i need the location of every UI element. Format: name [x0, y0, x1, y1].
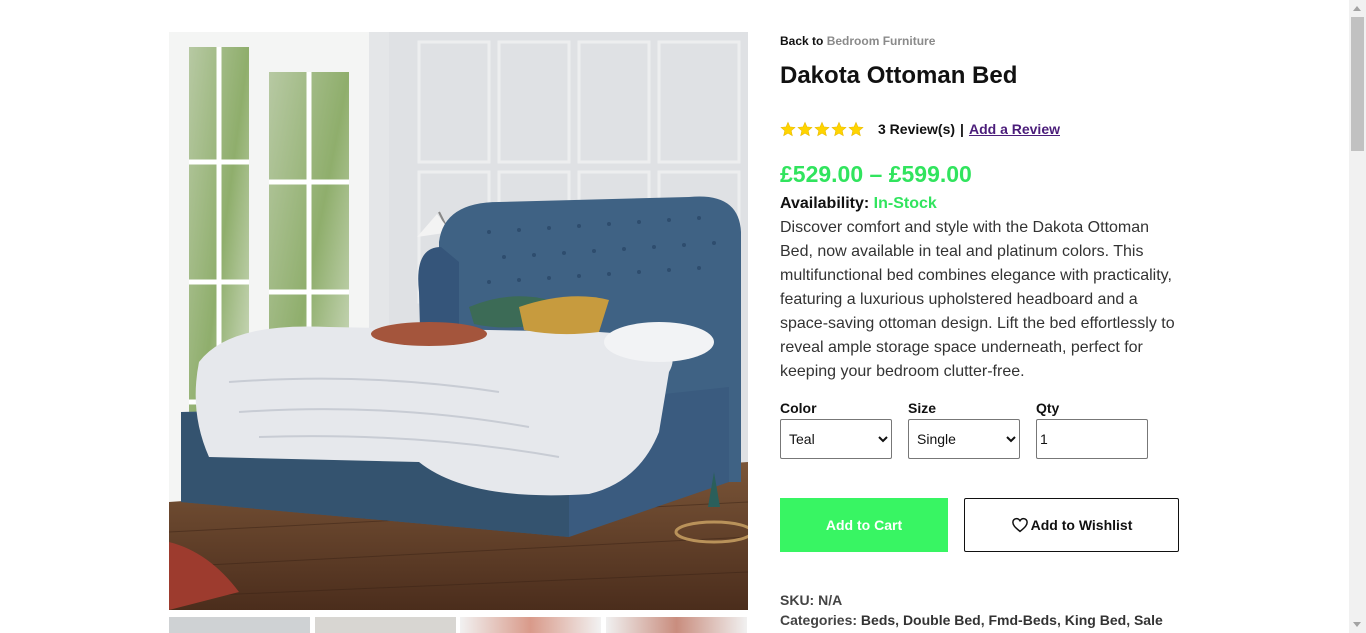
- category-link[interactable]: Sale: [1134, 612, 1163, 628]
- thumbnail-strip: [169, 617, 748, 633]
- product-title: Dakota Ottoman Bed: [780, 62, 1018, 89]
- sku-row: SKU: N/A: [780, 592, 842, 608]
- star-icon: [814, 121, 830, 137]
- category-link[interactable]: Fmd-Beds: [989, 612, 1057, 628]
- add-review-link[interactable]: Add a Review: [969, 121, 1060, 137]
- star-icon: [831, 121, 847, 137]
- scroll-up-arrow-icon[interactable]: [1353, 6, 1361, 11]
- quantity-input[interactable]: [1036, 419, 1148, 459]
- thumbnail-3[interactable]: [460, 617, 601, 633]
- stock-status: In-Stock: [873, 195, 937, 212]
- category-link[interactable]: Double Bed: [903, 612, 981, 628]
- review-separator: |: [960, 121, 964, 137]
- scroll-down-arrow-icon[interactable]: [1353, 622, 1361, 627]
- wishlist-label: Add to Wishlist: [1030, 517, 1133, 533]
- availability: Availability: In-Stock: [780, 195, 937, 213]
- qty-label: Qty: [1036, 400, 1060, 416]
- bed-photo: [169, 32, 748, 610]
- thumbnail-1[interactable]: [169, 617, 310, 633]
- star-icon: [797, 121, 813, 137]
- add-to-cart-button[interactable]: Add to Cart: [780, 498, 948, 552]
- product-main-image[interactable]: [169, 32, 748, 610]
- color-select[interactable]: Teal: [780, 419, 892, 459]
- scrollbar-thumb[interactable]: [1351, 17, 1364, 151]
- categories-label: Categories:: [780, 612, 858, 628]
- sku-value: N/A: [818, 592, 843, 608]
- breadcrumb-prefix: Back to: [780, 34, 824, 48]
- heart-icon: [1011, 517, 1028, 533]
- page-scrollbar[interactable]: [1349, 0, 1366, 633]
- star-icon: [780, 121, 796, 137]
- category-link[interactable]: Beds: [861, 612, 895, 628]
- breadcrumb: Back to Bedroom Furniture: [780, 34, 935, 48]
- availability-label: Availability:: [780, 195, 870, 212]
- rating-row: 3 Review(s) | Add a Review: [780, 119, 1060, 139]
- size-select[interactable]: Single: [908, 419, 1020, 459]
- categories-row: Categories: Beds, Double Bed, Fmd-Beds, …: [780, 612, 1163, 628]
- category-link[interactable]: King Bed: [1065, 612, 1126, 628]
- star-icon: [848, 121, 864, 137]
- thumbnail-2[interactable]: [315, 617, 456, 633]
- price-range: £529.00 – £599.00: [780, 161, 972, 187]
- color-label: Color: [780, 400, 817, 416]
- product-description: Discover comfort and style with the Dako…: [780, 219, 1175, 380]
- review-count[interactable]: 3 Review(s): [878, 121, 955, 137]
- size-label: Size: [908, 400, 937, 416]
- thumbnail-4[interactable]: [606, 617, 747, 633]
- sku-label: SKU:: [780, 592, 815, 608]
- breadcrumb-link[interactable]: Bedroom Furniture: [827, 34, 936, 48]
- star-rating: [780, 121, 864, 137]
- add-to-wishlist-button[interactable]: Add to Wishlist: [964, 498, 1179, 552]
